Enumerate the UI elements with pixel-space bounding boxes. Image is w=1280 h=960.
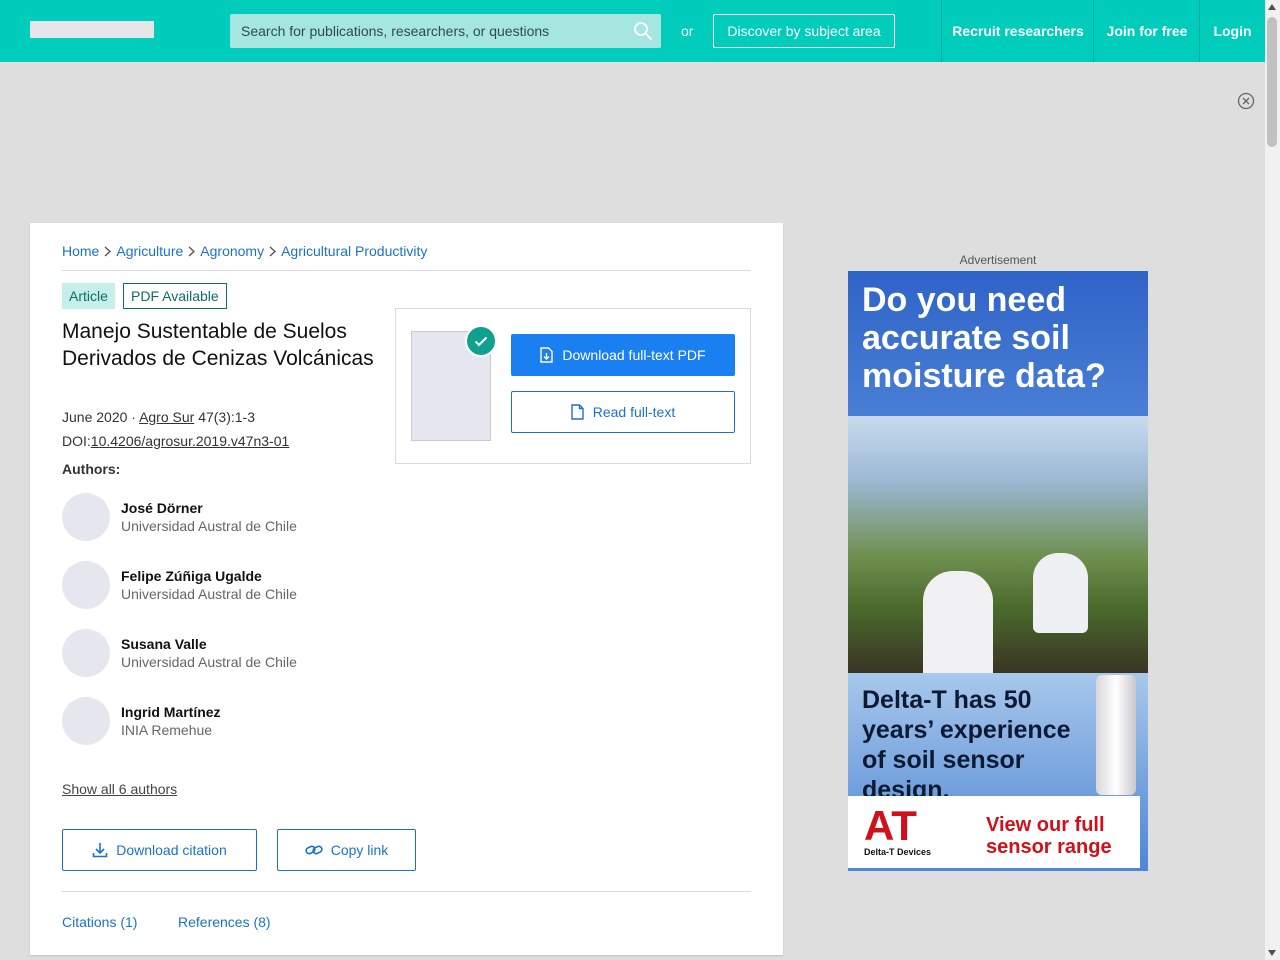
show-all-authors-link[interactable]: Show all 6 authors	[62, 781, 177, 797]
ad-cta[interactable]: View our full sensor range	[986, 814, 1136, 858]
nav-recruit-researchers[interactable]: Recruit researchers	[941, 0, 1094, 62]
avatar[interactable]	[62, 629, 110, 677]
doi-link[interactable]: 10.4206/agrosur.2019.v47n3-01	[91, 433, 290, 449]
delta-t-logo: AT	[864, 802, 917, 849]
author-item[interactable]: José Dörner Universidad Austral de Chile	[62, 493, 402, 541]
soil-sensor-image	[1096, 675, 1136, 795]
author-institution: INIA Remehue	[121, 722, 213, 738]
breadcrumb-agricultural-productivity[interactable]: Agricultural Productivity	[281, 243, 427, 259]
nav-join-for-free[interactable]: Join for free	[1093, 0, 1200, 62]
page-scrollbar[interactable]	[1265, 0, 1280, 960]
download-citation-label: Download citation	[116, 842, 227, 858]
advertisement-banner[interactable]: Do you need accurate soil moisture data?…	[848, 271, 1148, 871]
author-item[interactable]: Susana Valle Universidad Austral de Chil…	[62, 629, 402, 677]
chevron-right-icon	[104, 245, 112, 257]
journal-link[interactable]: Agro Sur	[139, 409, 194, 425]
authors-label: Authors:	[62, 461, 121, 477]
pdf-panel: Download full-text PDF Read full-text	[395, 308, 751, 464]
author-institution: Universidad Austral de Chile	[121, 654, 297, 670]
site-logo[interactable]	[30, 21, 154, 38]
breadcrumb: Home Agriculture Agronomy Agricultural P…	[62, 243, 427, 259]
scrollbar-thumb[interactable]	[1267, 17, 1277, 147]
publication-date: June 2020 ·	[62, 409, 140, 425]
divider	[62, 270, 751, 271]
tab-citations[interactable]: Citations (1)	[62, 914, 137, 930]
author-item[interactable]: Ingrid Martínez INIA Remehue	[62, 697, 402, 745]
search-input[interactable]	[230, 14, 625, 48]
publication-date-journal: June 2020 · Agro Sur 47(3):1-3	[62, 409, 255, 425]
check-icon	[465, 325, 497, 357]
nav-login[interactable]: Login	[1199, 0, 1265, 62]
ad-headline: Do you need accurate soil moisture data?	[862, 281, 1106, 395]
download-citation-button[interactable]: Download citation	[62, 829, 257, 871]
read-fulltext-label: Read full-text	[592, 404, 676, 420]
document-icon	[571, 404, 584, 420]
chevron-right-icon	[269, 245, 277, 257]
search-box[interactable]	[230, 14, 661, 48]
publication-doi: DOI:10.4206/agrosur.2019.v47n3-01	[62, 433, 289, 449]
top-navigation-bar: or Discover by subject area Recruit rese…	[0, 0, 1265, 62]
tab-references[interactable]: References (8)	[178, 914, 271, 930]
ad-photo-person	[1033, 553, 1088, 633]
download-full-text-pdf-button[interactable]: Download full-text PDF	[511, 334, 735, 376]
doi-label: DOI:	[62, 433, 91, 449]
discover-by-subject-button[interactable]: Discover by subject area	[713, 14, 895, 48]
ad-photo-scientists	[848, 416, 1148, 673]
author-item[interactable]: Felipe Zúñiga Ugalde Universidad Austral…	[62, 561, 402, 609]
author-name[interactable]: Felipe Zúñiga Ugalde	[121, 568, 262, 584]
link-icon	[305, 845, 323, 855]
ad-footer: AT Delta-T Devices View our full sensor …	[848, 796, 1140, 868]
author-institution: Universidad Austral de Chile	[121, 518, 297, 534]
author-name[interactable]: Susana Valle	[121, 636, 207, 652]
article-type-badge: Article	[62, 283, 115, 309]
publication-card: Home Agriculture Agronomy Agricultural P…	[30, 223, 783, 955]
pdf-available-badge: PDF Available	[123, 283, 227, 309]
search-icon[interactable]	[633, 21, 653, 41]
copy-link-button[interactable]: Copy link	[277, 829, 416, 871]
pdf-download-icon	[540, 347, 554, 363]
or-text: or	[681, 23, 694, 39]
ad-subline: Delta-T has 50 years’ experience of soil…	[862, 686, 1071, 804]
delta-t-logo-sub: Delta-T Devices	[864, 847, 932, 857]
author-name[interactable]: José Dörner	[121, 500, 203, 516]
breadcrumb-agronomy[interactable]: Agronomy	[200, 243, 264, 259]
download-pdf-label: Download full-text PDF	[562, 347, 706, 363]
breadcrumb-home[interactable]: Home	[62, 243, 99, 259]
advertisement-label: Advertisement	[959, 253, 1037, 267]
scroll-up-arrow-icon[interactable]	[1268, 4, 1276, 10]
avatar[interactable]	[62, 493, 110, 541]
author-institution: Universidad Austral de Chile	[121, 586, 297, 602]
download-icon	[92, 843, 108, 858]
avatar[interactable]	[62, 561, 110, 609]
read-full-text-button[interactable]: Read full-text	[511, 391, 735, 433]
author-name[interactable]: Ingrid Martínez	[121, 704, 221, 720]
close-ad-icon[interactable]	[1237, 92, 1255, 110]
breadcrumb-agriculture[interactable]: Agriculture	[116, 243, 183, 259]
scroll-down-arrow-icon[interactable]	[1268, 950, 1276, 956]
publication-volume: 47(3):1-3	[194, 409, 256, 425]
copy-link-label: Copy link	[330, 842, 389, 858]
divider	[62, 891, 751, 892]
avatar[interactable]	[62, 697, 110, 745]
chevron-right-icon	[188, 245, 196, 257]
page-title: Manejo Sustentable de Suelos Derivados d…	[62, 320, 374, 370]
